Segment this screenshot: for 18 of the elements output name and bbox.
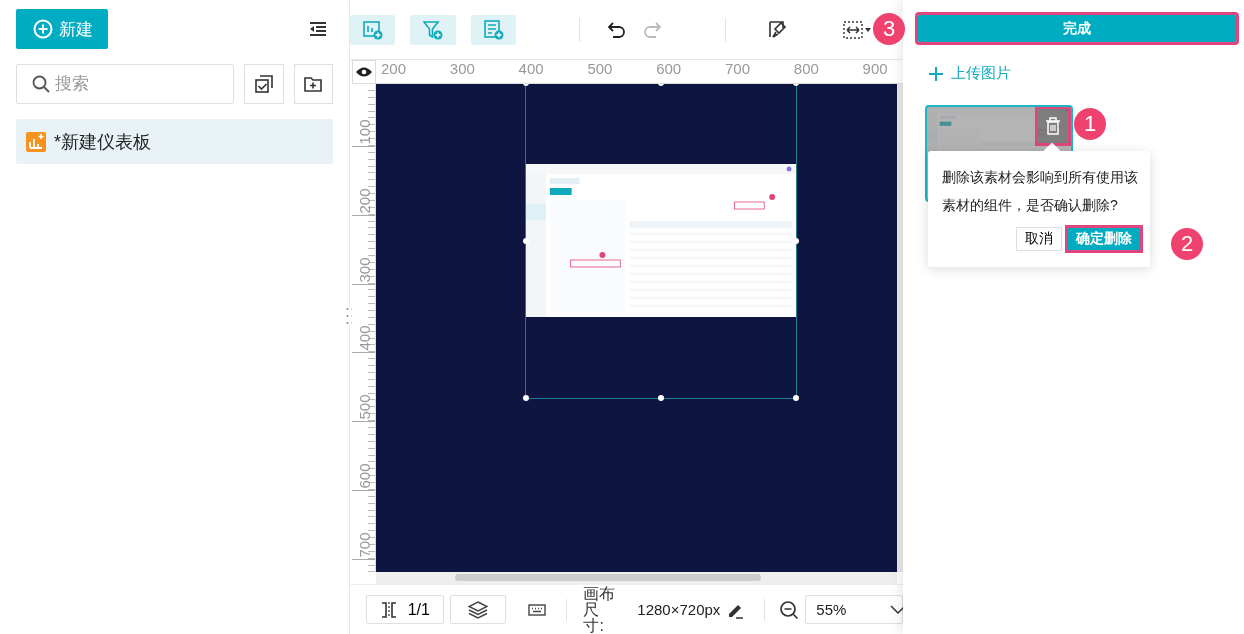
ruler-label: 900 <box>862 61 888 77</box>
ruler-label: 200 <box>354 188 374 213</box>
ruler-label: 700 <box>354 532 374 557</box>
ruler-label: 100 <box>354 120 374 144</box>
ruler-label: 300 <box>354 257 374 282</box>
ruler-label: 600 <box>656 61 682 77</box>
ruler-label: 700 <box>725 61 751 77</box>
ruler-label: 500 <box>354 395 374 420</box>
ruler-label: 600 <box>354 464 374 488</box>
ruler-label: 400 <box>354 326 374 351</box>
ruler-label: 500 <box>587 61 613 77</box>
ruler-label: 200 <box>381 61 407 77</box>
ruler-label: 400 <box>518 61 544 77</box>
canvas-size-label: 画布尺寸: <box>583 585 617 634</box>
ruler-label: 800 <box>793 61 819 77</box>
confirm-message: 删除该素材会影响到所有使用该素材的组件，是否确认删除? <box>942 168 1139 215</box>
canvas-size: 1280×720px <box>637 601 721 618</box>
ruler-label: 300 <box>449 61 475 77</box>
